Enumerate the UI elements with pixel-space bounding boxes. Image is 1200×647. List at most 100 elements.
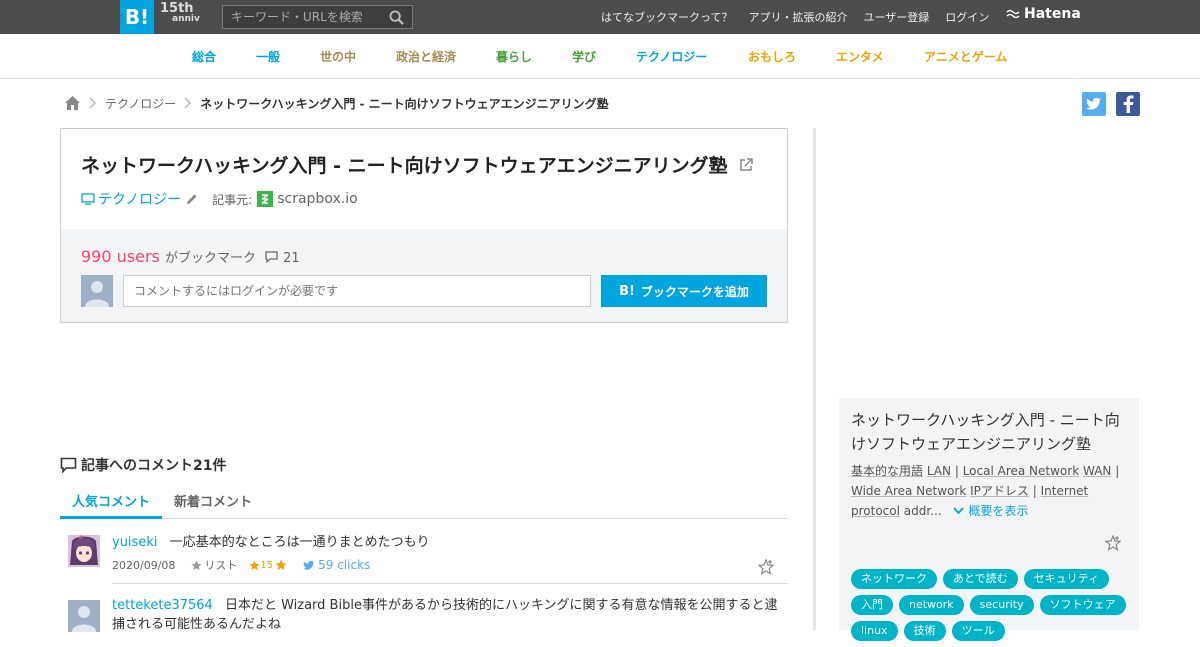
monitor-icon bbox=[81, 193, 95, 205]
breadcrumb-current: ネットワークハッキング入門 - ニート向けソフトウェアエンジニアリング塾 bbox=[200, 96, 609, 111]
add-star-icon[interactable] bbox=[275, 559, 287, 571]
breadcrumb: テクノロジー ネットワークハッキング入門 - ニート向けソフトウェアエンジニアリ… bbox=[64, 94, 609, 112]
twitter-clicks[interactable]: 59 clicks bbox=[318, 558, 370, 572]
tag[interactable]: ツール bbox=[951, 621, 1005, 641]
comment-tabs: 人気コメント 新着コメント bbox=[60, 482, 788, 519]
desc-text: LAN bbox=[926, 464, 951, 478]
source-favicon bbox=[257, 191, 274, 207]
top-nav: はてなブックマークって？ アプリ・拡張の紹介 ユーザー登録 ログイン bbox=[585, 0, 989, 34]
login-link[interactable]: ログイン bbox=[945, 9, 989, 25]
tag[interactable]: security bbox=[969, 595, 1034, 615]
cat-game[interactable]: アニメとゲーム bbox=[924, 48, 1007, 65]
desc-text: | bbox=[954, 464, 959, 478]
cat-life[interactable]: 暮らし bbox=[496, 48, 532, 65]
hatena-bookmark-logo[interactable]: B! bbox=[120, 0, 154, 34]
tab-popular[interactable]: 人気コメント bbox=[60, 491, 162, 519]
external-link-icon[interactable] bbox=[738, 157, 754, 173]
desc-text: | bbox=[1032, 484, 1037, 498]
comment-count[interactable]: 21 bbox=[283, 251, 300, 266]
comment-date[interactable]: 2020/09/08 bbox=[112, 559, 175, 572]
star-count[interactable]: 15 bbox=[260, 560, 273, 571]
summary-title[interactable]: ネットワークハッキング入門 - ニート向けソフトウェアエンジニアリング塾 bbox=[851, 408, 1131, 456]
hatena-wave-icon bbox=[1006, 9, 1020, 19]
twitter-icon bbox=[303, 560, 315, 570]
tab-recent[interactable]: 新着コメント bbox=[174, 491, 252, 510]
list-label[interactable]: リスト bbox=[204, 557, 237, 573]
register-link[interactable]: ユーザー登録 bbox=[863, 9, 929, 25]
tag[interactable]: ソフトウェア bbox=[1039, 595, 1126, 615]
chevron-right-icon bbox=[89, 97, 97, 109]
avatar bbox=[81, 275, 113, 307]
user-avatar[interactable] bbox=[68, 535, 100, 567]
facebook-share-button[interactable] bbox=[1116, 92, 1140, 116]
anniv-top: 15th bbox=[160, 1, 194, 16]
category-nav: 総合 一般 世の中 政治と経済 暮らし 学び テクノロジー おもしろ エンタメ … bbox=[0, 34, 1200, 79]
source-domain[interactable]: scrapbox.io bbox=[277, 191, 357, 207]
comment-input[interactable] bbox=[123, 275, 591, 307]
bookmark-users: 990 users がブックマーク 21 bbox=[81, 247, 300, 266]
comment-text: tettekete37564 日本だと Wizard Bible事件があるから技… bbox=[112, 596, 782, 634]
entry-category-link[interactable]: テクノロジー bbox=[98, 189, 181, 209]
summary-description: 基本的な用語 LAN | Local Area Network WAN | Wi… bbox=[851, 461, 1131, 521]
cat-knowledge[interactable]: 学び bbox=[572, 48, 596, 65]
tag[interactable]: network bbox=[899, 595, 964, 615]
comment-user[interactable]: tettekete37564 bbox=[112, 598, 213, 613]
about-link[interactable]: はてなブックマークって？ bbox=[601, 9, 732, 25]
tag-list: ネットワーク あとで読む セキュリティ 入門 network security … bbox=[851, 569, 1136, 647]
twitter-share-button[interactable] bbox=[1082, 92, 1106, 116]
cat-entertainment[interactable]: エンタメ bbox=[836, 48, 884, 65]
breadcrumb-category[interactable]: テクノロジー bbox=[105, 95, 176, 112]
show-summary-link[interactable]: 概要を表示 bbox=[953, 504, 1028, 518]
twitter-icon bbox=[1086, 97, 1101, 110]
cat-general[interactable]: 一般 bbox=[256, 48, 280, 65]
tag[interactable]: 入門 bbox=[851, 595, 893, 615]
entry-title[interactable]: ネットワークハッキング入門 - ニート向けソフトウェアエンジニアリング塾 bbox=[81, 151, 754, 178]
comment-divider bbox=[112, 583, 788, 584]
comments-title: 記事へのコメント21件 bbox=[81, 458, 227, 474]
cat-top[interactable]: 総合 bbox=[192, 48, 216, 65]
tag[interactable]: 技術 bbox=[903, 621, 946, 641]
search-input[interactable] bbox=[223, 6, 383, 28]
comment-item: yuiseki 一応基本的なところは一通りまとめたつもり 2020/09/08 … bbox=[60, 533, 788, 583]
desc-text: 基本的な用語 bbox=[851, 464, 924, 478]
desc-text: Wide Area Network bbox=[851, 484, 967, 498]
tag[interactable]: ネットワーク bbox=[851, 569, 937, 589]
users-count[interactable]: 990 users bbox=[81, 247, 160, 266]
cat-social[interactable]: 世の中 bbox=[320, 48, 356, 65]
star-icon bbox=[249, 559, 260, 570]
entry-card: ネットワークハッキング入門 - ニート向けソフトウェアエンジニアリング塾 テクノ… bbox=[60, 128, 788, 323]
tag[interactable]: あとで読む bbox=[943, 569, 1018, 589]
desc-text: Local Area Network bbox=[962, 464, 1080, 478]
user-avatar[interactable] bbox=[68, 600, 100, 632]
apps-link[interactable]: アプリ・拡張の紹介 bbox=[748, 9, 847, 25]
hatena-logo[interactable]: Hatena bbox=[1006, 6, 1081, 22]
desc-text: IPアドレス bbox=[970, 484, 1029, 498]
cat-fun[interactable]: おもしろ bbox=[748, 48, 796, 65]
users-suffix: がブックマーク bbox=[164, 251, 256, 266]
comment-icon bbox=[60, 457, 77, 473]
entry-header: ネットワークハッキング入門 - ニート向けソフトウェアエンジニアリング塾 テクノ… bbox=[61, 129, 787, 229]
home-icon[interactable] bbox=[64, 95, 81, 111]
add-star-button[interactable] bbox=[1105, 535, 1121, 551]
comment-meta: 2020/09/08 リスト 15 59 clicks bbox=[112, 557, 370, 573]
bookmark-panel: 990 users がブックマーク 21 B! ブックマークを追加 bbox=[61, 229, 787, 322]
comment-text: yuiseki 一応基本的なところは一通りまとめたつもり bbox=[112, 533, 782, 552]
chevron-right-icon bbox=[184, 97, 192, 109]
entry-summary-box: ネットワークハッキング入門 - ニート向けソフトウェアエンジニアリング塾 基本的… bbox=[839, 398, 1139, 641]
cat-economics[interactable]: 政治と経済 bbox=[396, 48, 456, 65]
15th-anniv-badge: 15th anniv bbox=[160, 1, 214, 31]
tag[interactable]: セキュリティ bbox=[1023, 569, 1110, 589]
tag[interactable]: linux bbox=[851, 621, 898, 641]
search-icon[interactable] bbox=[389, 10, 404, 25]
cat-it[interactable]: テクノロジー bbox=[636, 48, 707, 65]
desc-text: WAN bbox=[1082, 464, 1112, 478]
pencil-icon[interactable] bbox=[186, 193, 198, 205]
entry-title-text[interactable]: ネットワークハッキング入門 - ニート向けソフトウェアエンジニアリング塾 bbox=[81, 155, 728, 177]
entry-meta: テクノロジー 記事元: scrapbox.io bbox=[81, 189, 358, 209]
comment-item: tettekete37564 日本だと Wizard Bible事件があるから技… bbox=[60, 596, 788, 632]
add-bookmark-button[interactable]: B! ブックマークを追加 bbox=[601, 275, 767, 307]
comment-body: 一応基本的なところは一通りまとめたつもり bbox=[169, 535, 430, 550]
hatena-brand: Hatena bbox=[1024, 6, 1081, 22]
add-star-button[interactable] bbox=[758, 559, 774, 575]
comment-user[interactable]: yuiseki bbox=[112, 535, 157, 550]
